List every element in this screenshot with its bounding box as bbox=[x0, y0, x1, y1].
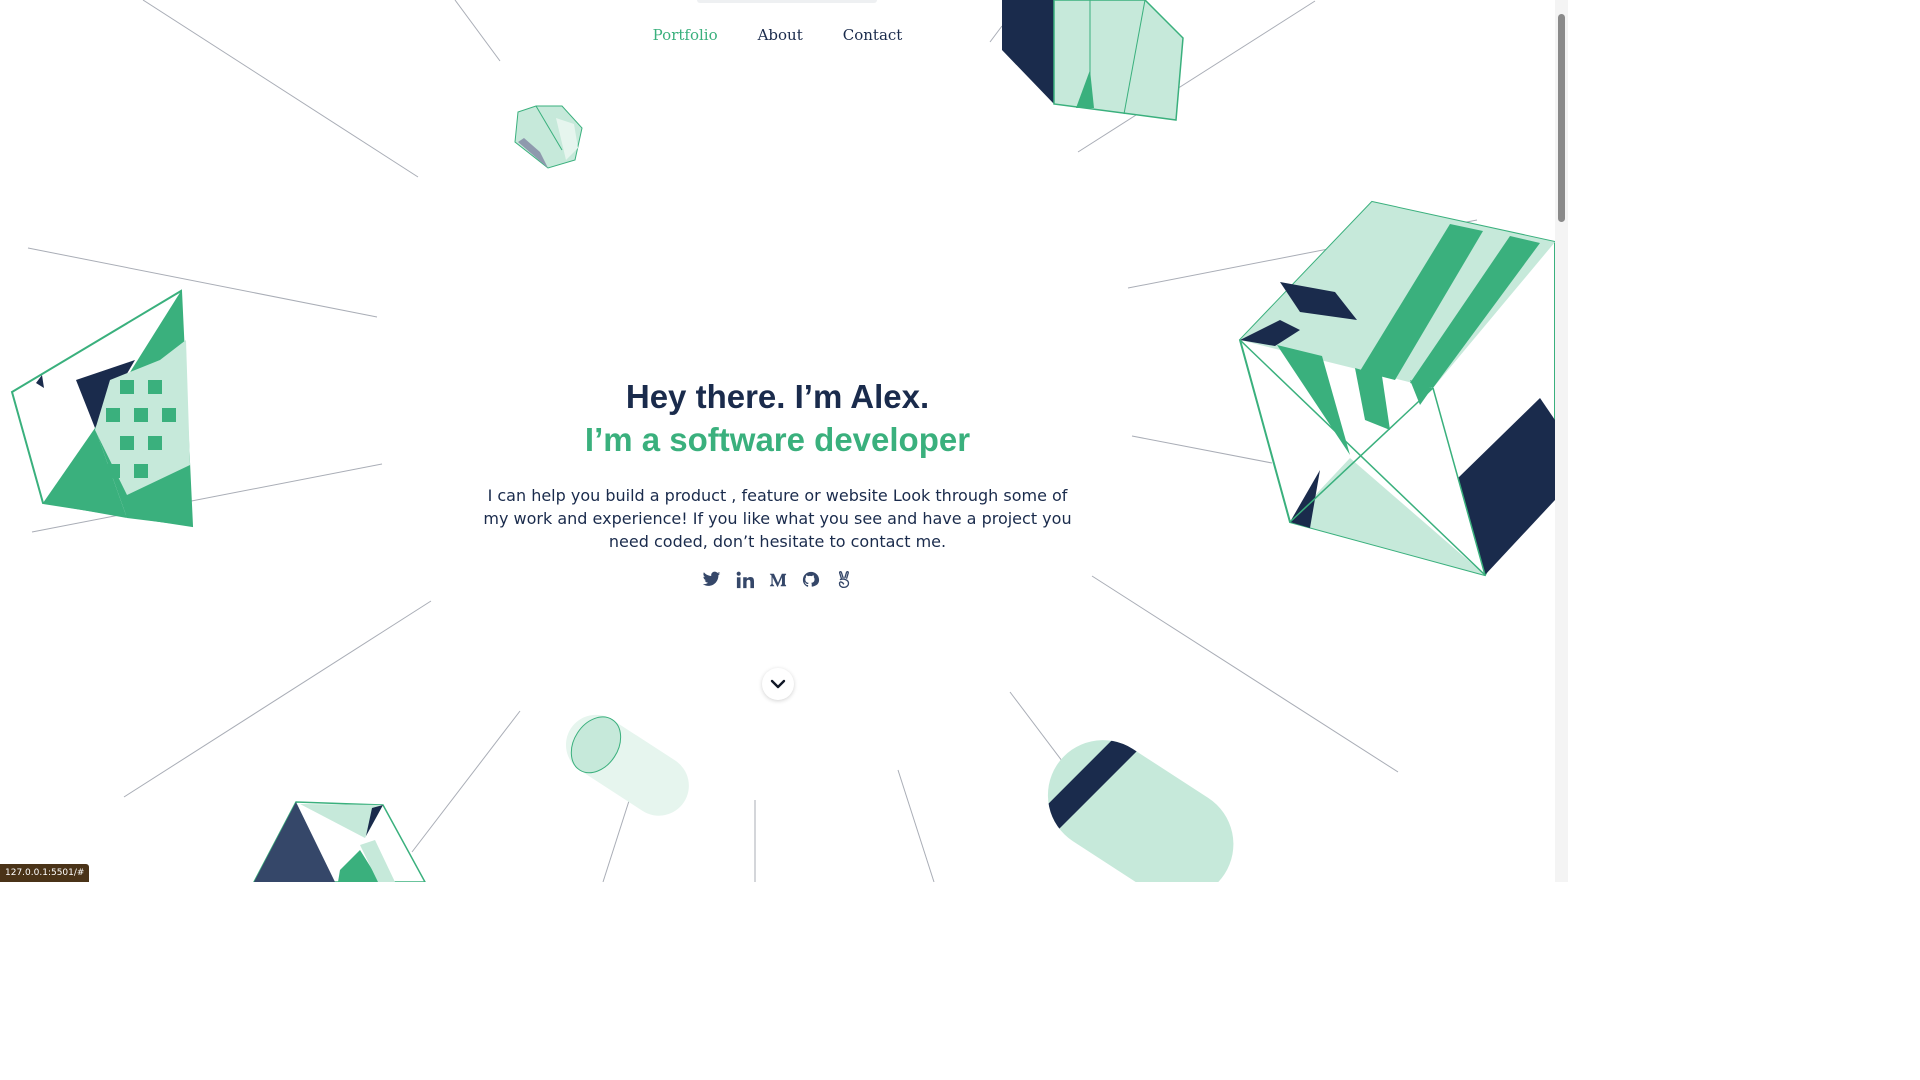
twitter-link[interactable] bbox=[701, 569, 722, 590]
vertical-scrollbar[interactable] bbox=[1555, 0, 1568, 882]
capsule-shape bbox=[554, 703, 689, 816]
github-link[interactable] bbox=[800, 569, 821, 590]
nav-item-about[interactable]: About bbox=[758, 26, 803, 44]
scroll-down-button[interactable] bbox=[762, 668, 794, 700]
twitter-icon bbox=[702, 571, 721, 586]
nav-item-contact[interactable]: Contact bbox=[843, 26, 903, 44]
hero-description: I can help you build a product , feature… bbox=[483, 486, 1072, 551]
github-icon bbox=[802, 571, 819, 587]
linkedin-icon bbox=[736, 571, 754, 588]
hero-section: Hey there. I’m Alex. I’m a software deve… bbox=[0, 376, 1555, 590]
angellist-link[interactable] bbox=[833, 569, 854, 590]
hero-role: I’m a software developer bbox=[584, 421, 971, 458]
chevron-down-icon bbox=[770, 679, 786, 689]
top-right-box-shape bbox=[1002, 0, 1184, 121]
status-bar-url: 127.0.0.1:5501/# bbox=[0, 864, 90, 882]
medium-icon bbox=[769, 573, 786, 587]
social-links bbox=[0, 569, 1555, 590]
angellist-icon bbox=[838, 570, 849, 588]
bottom-left-tent-shape bbox=[253, 801, 426, 882]
top-nav: Portfolio About Contact bbox=[0, 26, 1555, 44]
medium-link[interactable] bbox=[767, 569, 788, 590]
linkedin-link[interactable] bbox=[734, 569, 755, 590]
nav-item-portfolio[interactable]: Portfolio bbox=[653, 26, 718, 44]
portfolio-page: Portfolio About Contact Hey there. I’m A… bbox=[0, 0, 1568, 882]
small-cube-shape bbox=[514, 105, 583, 169]
scrollbar-thumb[interactable] bbox=[1558, 14, 1565, 222]
hero-greeting: Hey there. I’m Alex. bbox=[625, 378, 930, 415]
nav-tab-indicator bbox=[697, 0, 877, 3]
